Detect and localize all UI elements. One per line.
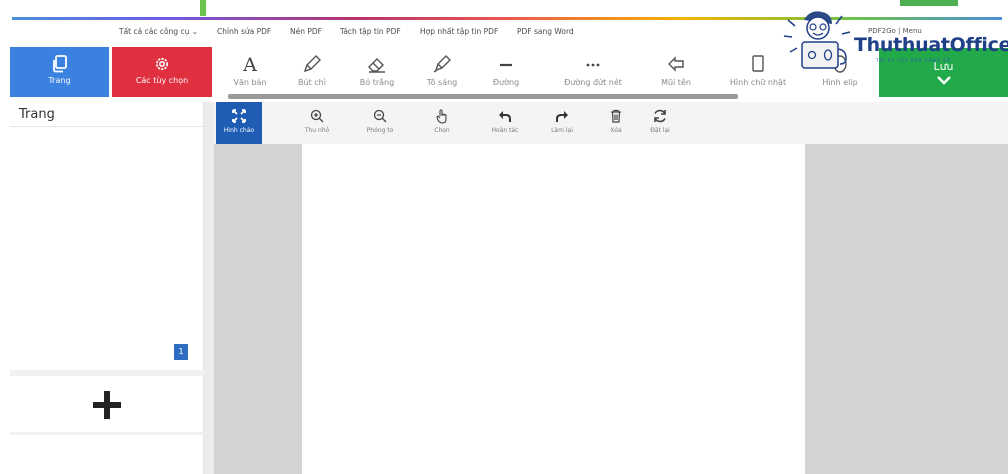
- add-page-button[interactable]: [10, 376, 204, 432]
- thuthuatoffice-logo: ThuthuatOffice TRI KỶ CỦA DÂN CÔNG SỞ: [780, 6, 1008, 76]
- nav-edit-pdf[interactable]: Chỉnh sửa PDF: [217, 27, 271, 36]
- svg-text:A: A: [242, 54, 257, 76]
- undo-button[interactable]: Hoàn tác: [482, 102, 528, 144]
- tool-pencil[interactable]: Bút chì: [282, 52, 342, 87]
- zoom-in-icon: [310, 109, 324, 123]
- nav-merge-pdf[interactable]: Hợp nhất tập tin PDF: [420, 27, 498, 36]
- tool-highlighter-label: Tô sáng: [426, 78, 458, 87]
- reset-button-label: Đặt lại: [650, 127, 670, 134]
- arrow-icon: [668, 56, 684, 72]
- pages-button[interactable]: Trang: [10, 47, 109, 97]
- pencil-icon: [303, 55, 321, 73]
- zoom-out-button-label: Phóng to: [366, 127, 394, 134]
- highlighter-icon: [433, 55, 451, 73]
- top-accent-left: [200, 0, 206, 16]
- nav-pdf-to-word[interactable]: PDF sang Word: [517, 27, 574, 36]
- select-button-label: Chọn: [434, 127, 450, 134]
- page-number-badge[interactable]: 1: [174, 344, 188, 360]
- line-icon: [500, 63, 512, 67]
- tool-rectangle[interactable]: Hình chữ nhật: [728, 52, 788, 87]
- pages-panel-separator-bottom: [10, 432, 204, 435]
- undo-button-label: Hoàn tác: [491, 127, 519, 134]
- tool-text-label: Văn bản: [233, 78, 267, 87]
- reset-icon: [654, 109, 666, 123]
- redo-button[interactable]: Làm lại: [539, 102, 585, 144]
- fit-button[interactable]: Hình chảo: [216, 102, 262, 144]
- tool-ellipse-label: Hình elip: [822, 78, 858, 87]
- nav-compress-pdf[interactable]: Nén PDF: [290, 27, 322, 36]
- redo-button-label: Làm lại: [551, 127, 573, 134]
- tool-arrow-label: Mũi tên: [661, 78, 691, 87]
- viewer-toolbar-extension: [805, 102, 1008, 144]
- options-button-label: Các tùy chọn: [135, 76, 189, 85]
- tool-eraser[interactable]: Bỏ trắng: [347, 52, 407, 87]
- nav-all-tools[interactable]: Tất cả các công cụ ⌄: [119, 27, 198, 36]
- pdf-page-canvas[interactable]: [302, 144, 805, 474]
- zoom-out-button[interactable]: Phóng to: [357, 102, 403, 144]
- pages-panel-title: Trang: [19, 107, 55, 122]
- rectangle-icon: [752, 55, 764, 72]
- chevron-down-icon: [936, 76, 951, 85]
- mascot-icon: [783, 11, 851, 69]
- delete-button-label: Xóa: [610, 127, 622, 134]
- tool-eraser-label: Bỏ trắng: [359, 78, 395, 87]
- hand-pointer-icon: [436, 109, 447, 124]
- nav-split-pdf[interactable]: Tách tập tin PDF: [340, 27, 401, 36]
- delete-button[interactable]: Xóa: [593, 102, 639, 144]
- reset-button[interactable]: Đặt lại: [637, 102, 683, 144]
- dashed-line-icon: [586, 63, 600, 67]
- tool-line-label: Đường: [492, 78, 520, 87]
- tool-dashed-line-label: Đường đứt nét: [564, 78, 622, 87]
- gear-icon: [155, 57, 169, 71]
- panel-gap: [204, 102, 214, 474]
- fit-button-label: Hình chảo: [223, 127, 255, 134]
- tool-text[interactable]: A Văn bản: [220, 52, 280, 87]
- options-button[interactable]: Các tùy chọn: [112, 47, 212, 97]
- chevron-down-icon: ⌄: [191, 27, 199, 36]
- tools-scrollbar[interactable]: [228, 94, 738, 99]
- undo-icon: [499, 111, 511, 122]
- logo-wordmark: ThuthuatOffice: [854, 34, 1008, 56]
- zoom-in-button-label: Thu nhỏ: [304, 127, 330, 134]
- tool-rectangle-label: Hình chữ nhật: [729, 78, 787, 87]
- tool-line[interactable]: Đường: [476, 52, 536, 87]
- tool-highlighter[interactable]: Tô sáng: [412, 52, 472, 87]
- pages-icon: [52, 55, 67, 73]
- tool-dashed-line[interactable]: Đường đứt nét: [563, 52, 623, 87]
- pages-button-label: Trang: [48, 76, 71, 85]
- select-button[interactable]: Chọn: [419, 102, 465, 144]
- trash-icon: [611, 109, 621, 123]
- viewer-toolbar: Hình chảo Thu nhỏ Phóng to Chọn Hoàn tác…: [214, 102, 805, 144]
- pages-panel-divider: [10, 126, 204, 127]
- redo-icon: [556, 111, 568, 122]
- tool-pencil-label: Bút chì: [298, 78, 326, 87]
- zoom-out-icon: [373, 109, 387, 123]
- pages-panel: Trang 1: [10, 102, 204, 474]
- plus-icon: [93, 391, 121, 419]
- zoom-in-button[interactable]: Thu nhỏ: [294, 102, 340, 144]
- text-icon: A: [242, 54, 257, 76]
- logo-tagline: TRI KỶ CỦA DÂN CÔNG SỞ: [876, 58, 952, 63]
- fit-icon: [232, 109, 246, 123]
- eraser-icon: [368, 58, 385, 73]
- tool-arrow[interactable]: Mũi tên: [646, 52, 706, 87]
